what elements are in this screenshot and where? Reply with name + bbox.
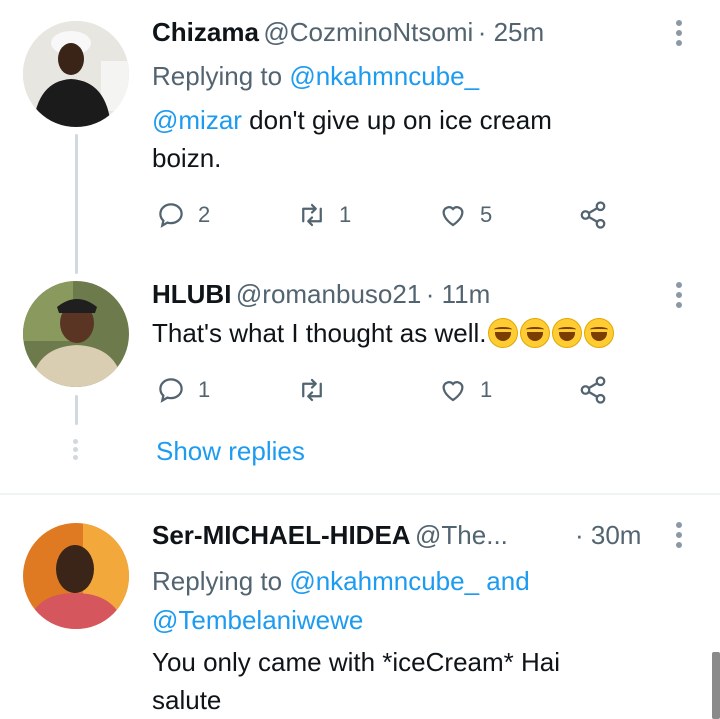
reply-button[interactable]: 2 <box>156 200 210 230</box>
retweet-icon <box>302 378 322 402</box>
reply-icon <box>159 203 183 228</box>
avatar[interactable] <box>23 523 129 629</box>
retweet-count: 1 <box>339 202 352 227</box>
tweet-text: You only came with *iceCream* Hai salute <box>152 647 561 715</box>
reply-count: 1 <box>198 377 211 402</box>
more-icon[interactable] <box>676 522 682 548</box>
mention-link[interactable]: @mizar <box>152 105 242 135</box>
reply-count: 2 <box>198 202 211 227</box>
laughing-emoji-icon <box>520 318 551 348</box>
tweet-header: Chizama @CozminoNtsomi · 25m <box>152 17 544 48</box>
laughing-emoji-icon <box>552 318 583 348</box>
more-icon[interactable] <box>676 20 682 46</box>
handle[interactable]: @CozminoNtsomi <box>263 17 473 47</box>
replying-to: Replying to @nkahmncube_ and @Tembelaniw… <box>152 566 530 635</box>
timestamp[interactable]: · 25m <box>478 17 544 47</box>
retweet-button[interactable] <box>297 375 339 405</box>
like-count: 1 <box>480 377 493 402</box>
thread-line <box>75 395 78 425</box>
retweet-button[interactable]: 1 <box>297 200 351 230</box>
thread-dots-icon <box>73 439 79 460</box>
share-icon <box>580 376 606 404</box>
share-button[interactable] <box>578 375 608 405</box>
divider <box>0 493 720 495</box>
avatar[interactable] <box>23 21 129 127</box>
scrollbar[interactable] <box>712 652 720 719</box>
tweet-header: HLUBI @romanbuso21 · 11m <box>152 279 490 310</box>
like-icon <box>442 381 464 402</box>
mention-link[interactable]: @Tembelaniwewe <box>152 605 363 635</box>
display-name[interactable]: Ser-MICHAEL-HIDEA <box>152 520 411 550</box>
share-icon <box>580 201 606 229</box>
retweet-icon <box>302 203 322 227</box>
replying-to: Replying to @nkahmncube_ <box>152 61 480 91</box>
display-name[interactable]: Chizama <box>152 17 259 47</box>
reply-icon <box>159 378 183 403</box>
handle[interactable]: @romanbuso21 <box>236 279 421 309</box>
tweet-text: @mizar don't give up on ice cream boizn. <box>152 105 552 173</box>
more-icon[interactable] <box>676 282 682 308</box>
handle[interactable]: @The... <box>415 520 508 550</box>
timestamp[interactable]: · 30m <box>575 520 641 551</box>
tweet-text: That's what I thought as well. <box>152 314 712 352</box>
display-name[interactable]: HLUBI <box>152 279 231 309</box>
like-button[interactable]: 5 <box>438 200 492 230</box>
timestamp[interactable]: · 11m <box>426 279 491 309</box>
laughing-emoji-icon <box>584 318 615 348</box>
mention-link[interactable]: @nkahmncube_ <box>289 566 479 596</box>
like-count: 5 <box>480 202 493 227</box>
like-icon <box>442 206 464 227</box>
thread-line <box>75 134 78 274</box>
avatar[interactable] <box>23 281 129 387</box>
reply-button[interactable]: 1 <box>156 375 210 405</box>
mention-link[interactable]: @nkahmncube_ <box>289 61 479 91</box>
laughing-emoji-icon <box>488 318 519 348</box>
like-button[interactable]: 1 <box>438 375 492 405</box>
show-replies-link[interactable]: Show replies <box>156 436 305 467</box>
share-button[interactable] <box>578 200 608 230</box>
